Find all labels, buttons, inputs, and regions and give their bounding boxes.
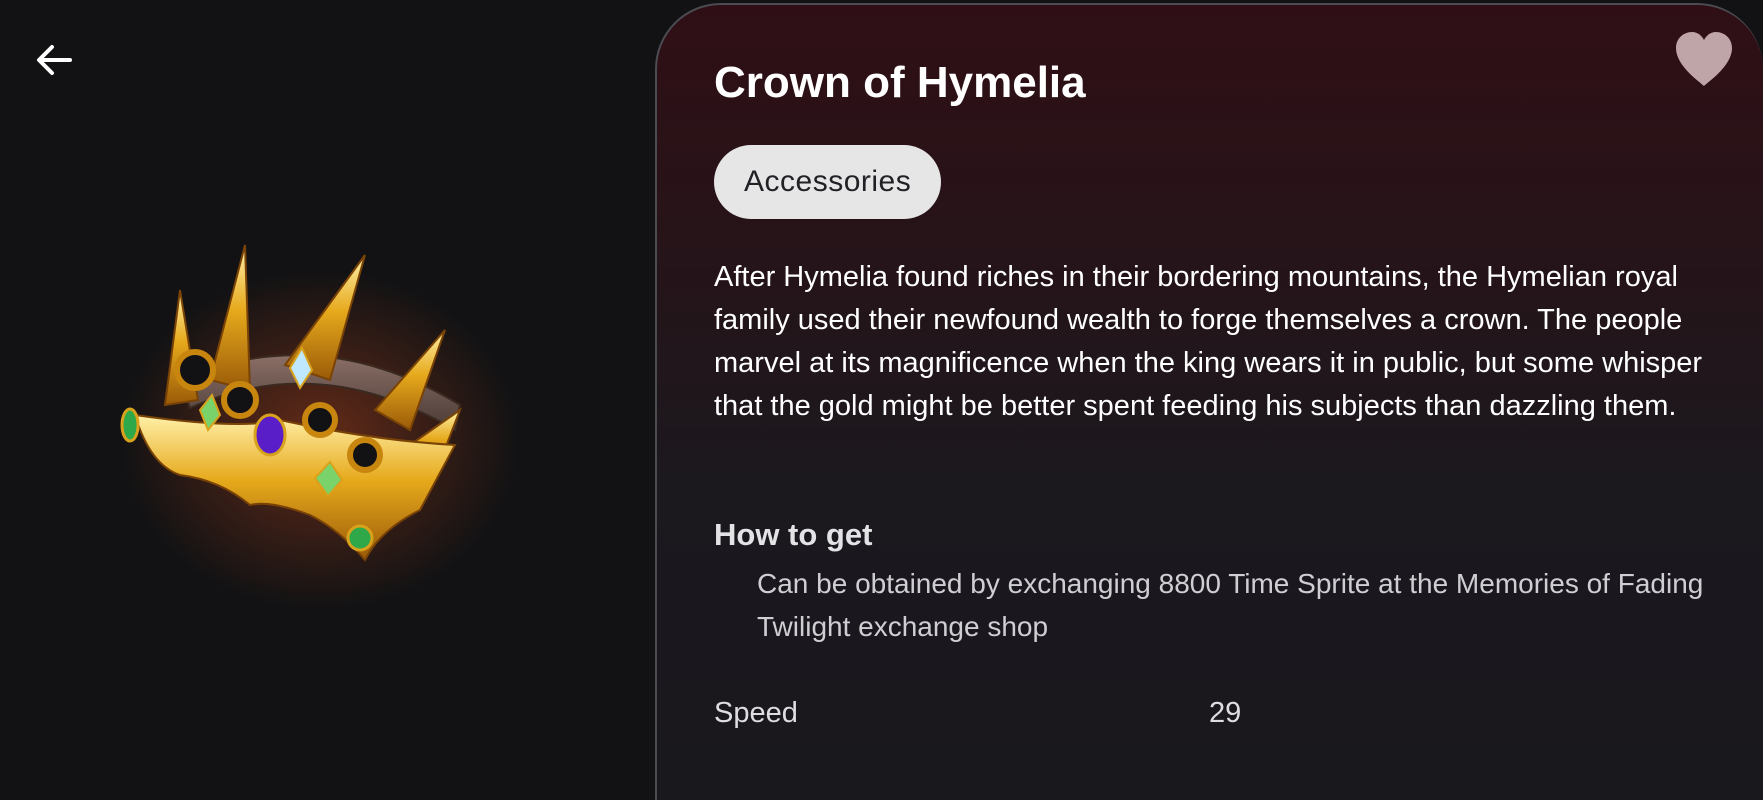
item-title: Crown of Hymelia bbox=[714, 58, 1086, 107]
crown-image bbox=[120, 244, 520, 610]
heart-icon bbox=[1676, 32, 1732, 86]
arrow-left-icon bbox=[37, 45, 72, 75]
category-tag[interactable]: Accessories bbox=[714, 145, 942, 219]
favorite-button[interactable] bbox=[1672, 30, 1736, 90]
item-description: After Hymelia found riches in their bord… bbox=[714, 261, 1703, 422]
how-to-get-heading: How to get bbox=[714, 517, 873, 552]
how-to-get-text: Can be obtained by exchanging 8800 Time … bbox=[757, 568, 1704, 642]
stat-label-speed: Speed bbox=[714, 697, 798, 729]
stat-value-speed: 29 bbox=[1209, 697, 1242, 729]
back-button[interactable] bbox=[30, 36, 78, 84]
